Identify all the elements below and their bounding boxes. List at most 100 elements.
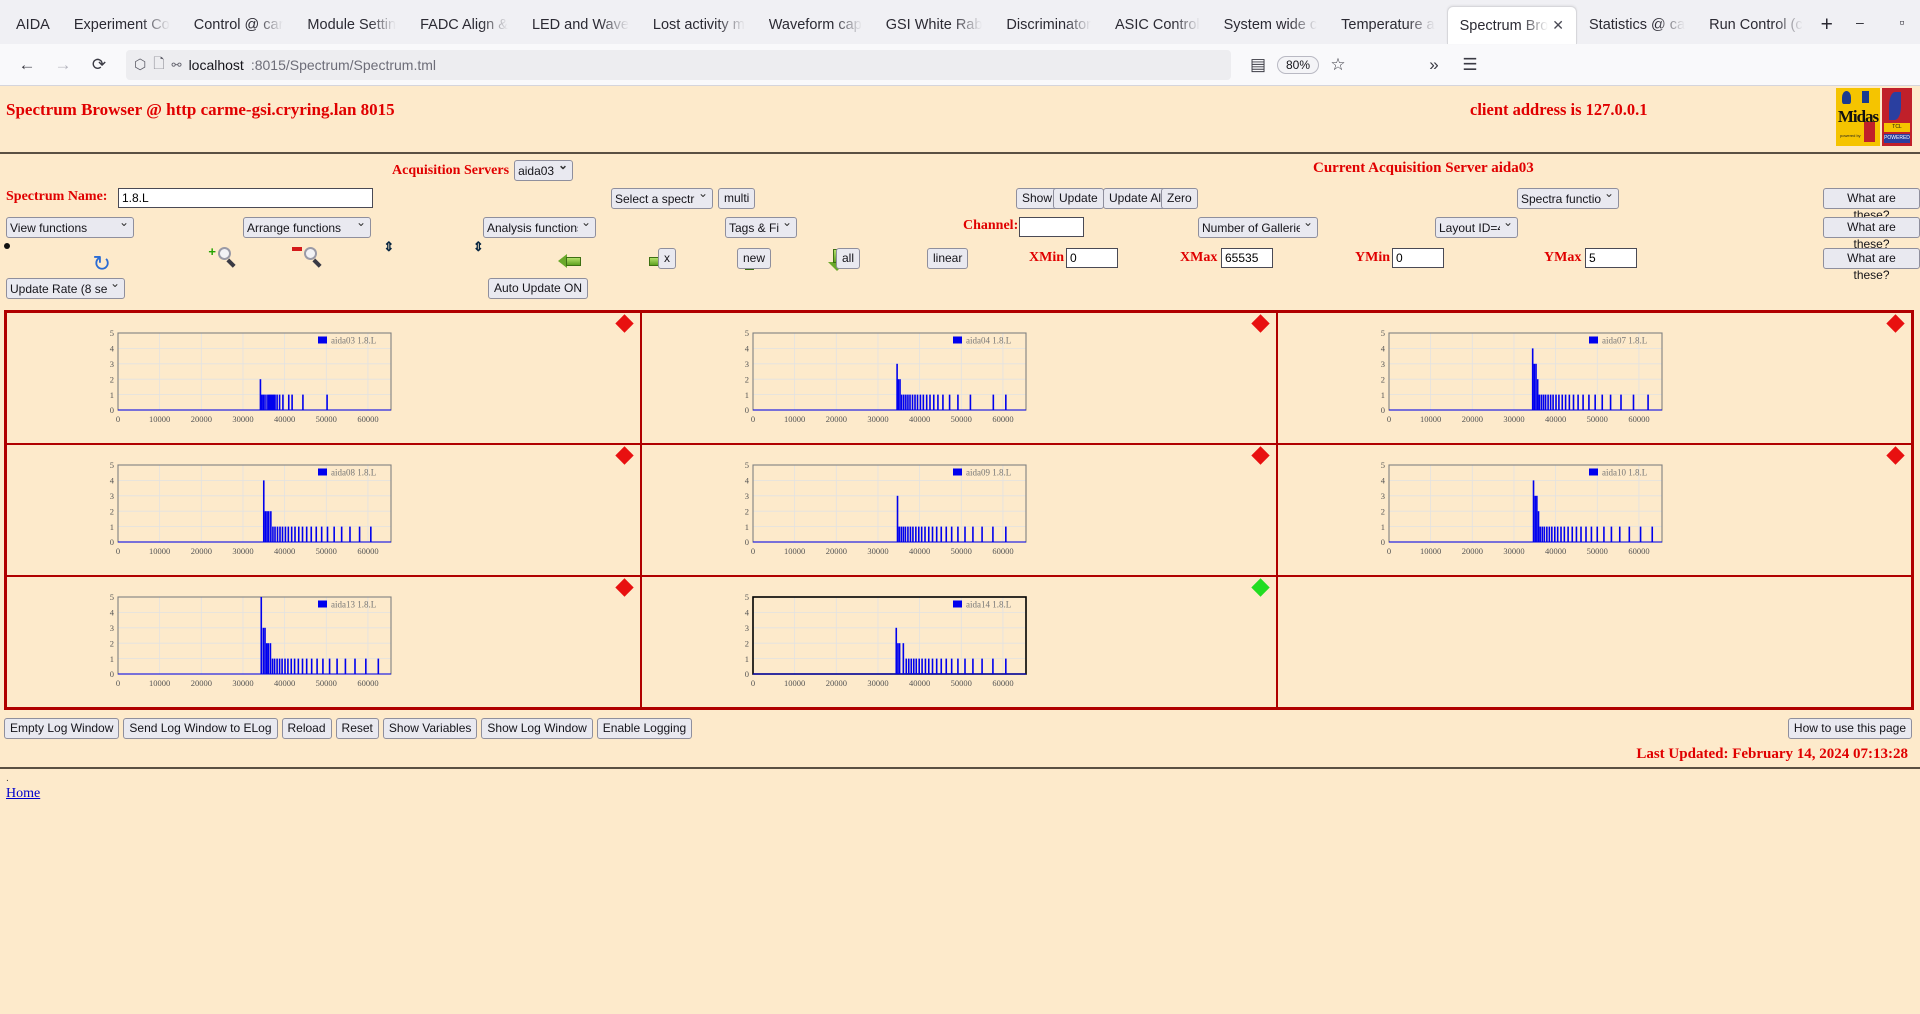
multi-button[interactable]: multi [718, 188, 755, 209]
arrow-left-icon[interactable] [558, 251, 584, 273]
update-rate-dropdown[interactable]: Update Rate (8 secs) [6, 278, 125, 299]
spectrum-cell[interactable]: 0123450100002000030000400005000060000aid… [1277, 444, 1912, 576]
spectrum-cell[interactable]: 0123450100002000030000400005000060000aid… [641, 444, 1276, 576]
what-are-these-button-3[interactable]: What are these? [1823, 248, 1920, 269]
bookmark-star-icon[interactable]: ☆ [1321, 49, 1355, 81]
browser-tab[interactable]: Experiment Co [62, 6, 182, 44]
spectra-functions-dropdown[interactable]: Spectra functions [1517, 188, 1619, 209]
spectrum-plot[interactable]: 0123450100002000030000400005000060000aid… [727, 456, 1032, 559]
linear-button[interactable]: linear [927, 248, 968, 269]
browser-tab[interactable]: Control @ car [182, 6, 296, 44]
spectrum-name-input[interactable] [118, 188, 373, 208]
ymin-input[interactable] [1392, 248, 1444, 268]
address-bar[interactable]: ⬡ 🗋 ⚯ localhost:8015/Spectrum/Spectrum.t… [126, 50, 1231, 80]
spectrum-plot[interactable]: 0123450100002000030000400005000060000aid… [92, 456, 397, 559]
footer-button[interactable]: Empty Log Window [4, 718, 119, 739]
browser-tab[interactable]: Spectrum Bro✕ [1447, 6, 1577, 44]
zoom-out-icon[interactable] [302, 246, 328, 272]
home-link[interactable]: Home [0, 786, 40, 801]
browser-tab[interactable]: Waveform cap [757, 6, 874, 44]
x-button[interactable]: x [658, 248, 676, 269]
zoom-level-badge[interactable]: 80% [1277, 56, 1319, 74]
status-marker-green-icon[interactable] [1251, 578, 1269, 596]
reader-mode-icon[interactable]: ▤ [1241, 49, 1275, 81]
tags-and-fits-dropdown[interactable]: Tags & Fits [725, 217, 797, 238]
spectrum-plot[interactable]: 0123450100002000030000400005000060000aid… [727, 588, 1032, 691]
radiation-icon[interactable] [7, 246, 33, 272]
arrange-functions-dropdown[interactable]: Arrange functions [243, 217, 371, 238]
status-marker-red-icon[interactable] [616, 578, 634, 596]
plot-container[interactable]: 0123450100002000030000400005000060000aid… [727, 456, 1032, 564]
layout-id-dropdown[interactable]: Layout ID=4 [1435, 217, 1518, 238]
minimize-window-button[interactable]: – [1839, 6, 1881, 38]
shrink-vertical-icon[interactable]: ⇕ [478, 247, 504, 273]
plot-container[interactable]: 0123450100002000030000400005000060000aid… [727, 588, 1032, 696]
update-all-button[interactable]: Update All [1103, 188, 1170, 209]
channel-input[interactable] [1019, 217, 1084, 237]
browser-tab[interactable]: Run Control (c [1697, 6, 1814, 44]
status-marker-red-icon[interactable] [1251, 446, 1269, 464]
plot-container[interactable]: 0123450100002000030000400005000060000aid… [1363, 324, 1668, 432]
what-are-these-button-2[interactable]: What are these? [1823, 217, 1920, 238]
all-button[interactable]: all [836, 248, 860, 269]
zero-button[interactable]: Zero [1161, 188, 1198, 209]
footer-button[interactable]: Show Log Window [481, 718, 592, 739]
spectrum-plot[interactable]: 0123450100002000030000400005000060000aid… [92, 324, 397, 427]
spectrum-cell[interactable]: 0123450100002000030000400005000060000aid… [641, 312, 1276, 444]
browser-tab[interactable]: Discriminator [994, 6, 1103, 44]
spectrum-plot[interactable]: 0123450100002000030000400005000060000aid… [1363, 324, 1668, 427]
overflow-icon[interactable]: » [1417, 49, 1451, 81]
what-are-these-button-1[interactable]: What are these? [1823, 188, 1920, 209]
auto-update-button[interactable]: Auto Update ON [488, 278, 588, 299]
status-marker-red-icon[interactable] [616, 314, 634, 332]
browser-tab[interactable]: System wide c [1212, 6, 1329, 44]
status-marker-red-icon[interactable] [1251, 314, 1269, 332]
browser-tab[interactable]: GSI White Rab [874, 6, 995, 44]
browser-tab[interactable]: Temperature a [1329, 6, 1447, 44]
number-of-galleries-dropdown[interactable]: Number of Galleries [1198, 217, 1318, 238]
show-button[interactable]: Show [1016, 188, 1058, 209]
browser-tab[interactable]: Statistics @ ca [1577, 6, 1697, 44]
footer-button[interactable]: Reload [282, 718, 332, 739]
plot-container[interactable]: 0123450100002000030000400005000060000aid… [92, 324, 397, 432]
xmax-input[interactable] [1221, 248, 1273, 268]
select-spectrum-dropdown[interactable]: Select a spectrum [611, 188, 713, 209]
expand-vertical-icon[interactable]: ⇕ [389, 247, 415, 273]
plot-container[interactable]: 0123450100002000030000400005000060000aid… [92, 456, 397, 564]
refresh-icon[interactable]: ↻ [92, 252, 118, 278]
browser-tab[interactable]: ASIC Control [1103, 6, 1212, 44]
spectrum-cell[interactable]: 0123450100002000030000400005000060000aid… [6, 576, 641, 708]
footer-button[interactable]: Enable Logging [597, 718, 692, 739]
browser-tab[interactable]: Module Settin [295, 6, 408, 44]
xmin-input[interactable] [1066, 248, 1118, 268]
ymax-input[interactable] [1585, 248, 1637, 268]
status-marker-red-icon[interactable] [1886, 446, 1904, 464]
close-tab-icon[interactable]: ✕ [1552, 17, 1564, 34]
browser-tab[interactable]: AIDA [4, 6, 62, 44]
footer-button[interactable]: Send Log Window to ELog [123, 718, 277, 739]
view-functions-dropdown[interactable]: View functions [6, 217, 134, 238]
browser-tab[interactable]: FADC Align & [408, 6, 520, 44]
spectrum-plot[interactable]: 0123450100002000030000400005000060000aid… [1363, 456, 1668, 559]
how-to-use-button[interactable]: How to use this page [1788, 718, 1912, 739]
spectrum-cell[interactable]: 0123450100002000030000400005000060000aid… [6, 312, 641, 444]
maximize-window-button[interactable]: ▫ [1881, 6, 1920, 38]
plot-container[interactable]: 0123450100002000030000400005000060000aid… [1363, 456, 1668, 564]
new-button[interactable]: new [737, 248, 771, 269]
update-button[interactable]: Update [1053, 188, 1104, 209]
spectrum-cell[interactable]: 0123450100002000030000400005000060000aid… [1277, 312, 1912, 444]
spectrum-cell[interactable]: 0123450100002000030000400005000060000aid… [6, 444, 641, 576]
new-tab-button[interactable]: + [1821, 8, 1833, 42]
plot-container[interactable]: 0123450100002000030000400005000060000aid… [92, 588, 397, 696]
zoom-in-icon[interactable]: + [216, 246, 242, 272]
browser-tab[interactable]: LED and Wave [520, 6, 641, 44]
reload-icon[interactable]: ⟳ [82, 49, 116, 81]
spectrum-cell[interactable]: 0123450100002000030000400005000060000aid… [641, 576, 1276, 708]
footer-button[interactable]: Reset [336, 718, 379, 739]
spectrum-plot[interactable]: 0123450100002000030000400005000060000aid… [727, 324, 1032, 427]
analysis-functions-dropdown[interactable]: Analysis functions [483, 217, 596, 238]
spectrum-plot[interactable]: 0123450100002000030000400005000060000aid… [92, 588, 397, 691]
acquisition-server-select[interactable]: aida03 [514, 160, 573, 181]
forward-icon[interactable]: → [46, 49, 80, 81]
back-icon[interactable]: ← [10, 49, 44, 81]
